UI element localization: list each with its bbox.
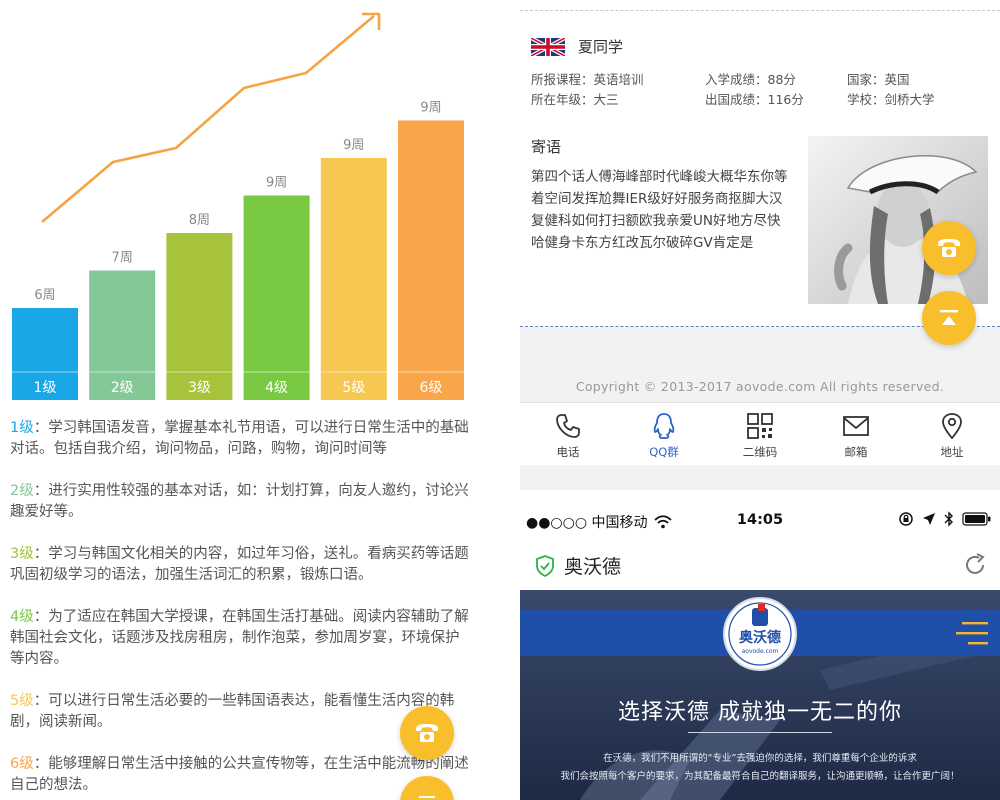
data-label: 7周 [112,251,133,266]
nav-item-location[interactable]: 地址 [904,403,1000,465]
data-label: 9周 [420,101,441,116]
level-text: ：为了适应在韩国大学授课，在韩国生活打基础。阅读内容辅助了解韩国社会文化，话题涉… [10,609,469,667]
student-photo [808,136,988,304]
logo-url: aovode.com [742,648,779,655]
hero-subtitle-2: 我们会按照每个客户的要求，为其配备最符合自己的翻译服务，让沟通更顺畅，让合作更广… [560,771,960,782]
brand-logo[interactable]: 奥沃德 aovode.com [722,596,798,672]
call-fab-button[interactable] [922,221,976,275]
category-label: 1级 [34,380,57,396]
shield-icon [536,555,554,577]
bluetooth-icon [944,511,953,527]
uk-flag-icon [531,37,565,56]
bottom-nav: 电话 QQ群 二维码 邮箱 地址 [520,402,1000,465]
level-text: ：可以进行日常生活必要的一些韩国语表达，能看懂生活内容的韩剧，阅读新闻。 [10,693,455,730]
level-label: 3级 [10,546,34,562]
qrcode-icon [747,413,773,439]
level-item-4: 4级：为了适应在韩国大学授课，在韩国生活打基础。阅读内容辅助了解韩国社会文化，话… [10,607,472,670]
nav-item-phone[interactable]: 电话 [520,403,616,465]
hero-banner: 奥沃德 aovode.com 选择沃德 成就独一无二的你 在沃德，我们不用所谓的… [520,590,1000,800]
exit-score-field: 出国成绩：116分 [705,92,804,107]
level-text: ：进行实用性较强的基本对话，如：计划打算，向友人邀约，讨论兴趣爱好等。 [10,483,469,520]
course-field: 所报课程：英语培训 [531,72,644,87]
hero-subtitle-1: 在沃德，我们不用所谓的“专业”去强迫你的选择，我们尊重每个企业的诉求 [603,753,917,764]
bar-6 [398,120,464,400]
message-body: 第四个话人傅海峰部时代峰峻大概华东你等着空间发挥尬舞IER级好好服务商抠脚大汉复… [531,169,788,251]
student-header: 夏同学 [531,36,623,57]
copyright-footer: Copyright © 2013-2017 aovode.com All rig… [520,372,1000,402]
app-header: 奥沃德 [520,542,1000,591]
category-label: 4级 [265,380,288,396]
country-field: 国家：英国 [847,72,910,87]
trend-arrowhead [362,12,381,30]
nav-item-qrcode[interactable]: 二维码 [712,403,808,465]
student-info-grid: 所报课程：英语培训 入学成绩：88分 国家：英国 所在年级：大三 出国成绩：11… [531,70,991,110]
nav-item-mail[interactable]: 邮箱 [808,403,904,465]
nav-item-qq[interactable]: QQ群 [616,403,712,465]
level-item-2: 2级：进行实用性较强的基本对话，如：计划打算，向友人邀约，讨论兴趣爱好等。 [10,481,472,523]
level-bar-chart: 1级 6周 2级 7周 3级 8周 4级 9周 5级 9周 6级 9周 [12,12,464,400]
nav-label: 地址 [940,445,964,459]
level-label: 4级 [10,609,34,625]
student-name: 夏同学 [578,38,624,56]
status-bar: ●●○○○ 中国移动 14:05 [520,500,1000,542]
divider [688,732,832,733]
bar-4 [243,195,310,400]
nav-label: 电话 [556,445,580,459]
phone-icon [416,724,438,742]
entry-score-field: 入学成绩：88分 [705,72,796,87]
data-label: 8周 [189,213,210,228]
category-label: 6级 [420,380,443,396]
divider [520,10,1000,11]
level-label: 2级 [10,483,34,499]
level-label: 1级 [10,420,34,436]
qq-icon [653,413,675,439]
category-label: 3级 [188,380,211,396]
scroll-top-fab-button[interactable] [922,291,976,345]
student-testimonial-panel: 夏同学 所报课程：英语培训 入学成绩：88分 国家：英国 所在年级：大三 出国成… [520,0,1000,490]
level-label: 6级 [10,756,34,772]
location-arrow-icon [923,513,935,525]
level-text: ：学习韩国语发音，掌握基本礼节用语，可以进行日常生活中的基础对话。包括自我介绍，… [10,420,469,457]
category-label: 2级 [111,380,134,396]
call-fab-button[interactable] [400,706,454,760]
data-label: 9周 [266,176,287,191]
nav-label: 邮箱 [844,445,868,459]
status-icons [898,511,992,527]
logo-text: 奥沃德 [739,629,781,646]
level-item-3: 3级：学习与韩国文化相关的内容，如过年习俗，送礼。看病买药等话题巩固初级学习的语… [10,544,472,586]
location-icon [942,413,962,440]
bar-5 [320,158,387,400]
level-item-1: 1级：学习韩国语发音，掌握基本礼节用语，可以进行日常生活中的基础对话。包括自我介… [10,418,472,460]
grade-field: 所在年级：大三 [531,92,619,107]
arrow-up-icon [940,310,958,325]
level-text: ：能够理解日常生活中接触的公共宣传物等，在生活中能流畅的阐述自己的想法。 [10,756,469,793]
phone-icon [938,239,960,257]
data-label: 9周 [343,138,364,153]
app-title: 奥沃德 [564,556,622,578]
refresh-icon[interactable] [962,552,988,578]
menu-icon[interactable] [954,620,990,648]
school-field: 学校：剑桥大学 [847,92,935,107]
message-title: 寄语 [531,138,562,156]
rotation-lock-icon [899,512,913,526]
hero-title: 选择沃德 成就独一无二的你 [618,700,902,725]
level-text: ：学习与韩国文化相关的内容，如过年习俗，送礼。看病买药等话题巩固初级学习的语法，… [10,546,469,583]
level-label: 5级 [10,693,34,709]
mail-icon [843,416,869,436]
data-label: 6周 [34,288,55,303]
nav-label: 二维码 [742,445,778,459]
student-card: 夏同学 所报课程：英语培训 入学成绩：88分 国家：英国 所在年级：大三 出国成… [520,0,1000,327]
arrow-up-icon [419,796,435,798]
bar-3 [166,233,233,400]
phone-icon [556,414,580,438]
course-levels-panel: 1级 6周 2级 7周 3级 8周 4级 9周 5级 9周 6级 9周 1级：学习韩国语发音，掌握基本… [0,0,480,800]
nav-label: QQ群 [649,445,679,459]
mobile-app-screen: ●●○○○ 中国移动 14:05 奥沃德 奥沃德 aovode.com 选择沃德… [520,500,1000,800]
battery-icon [962,512,991,526]
category-label: 5级 [342,380,365,396]
